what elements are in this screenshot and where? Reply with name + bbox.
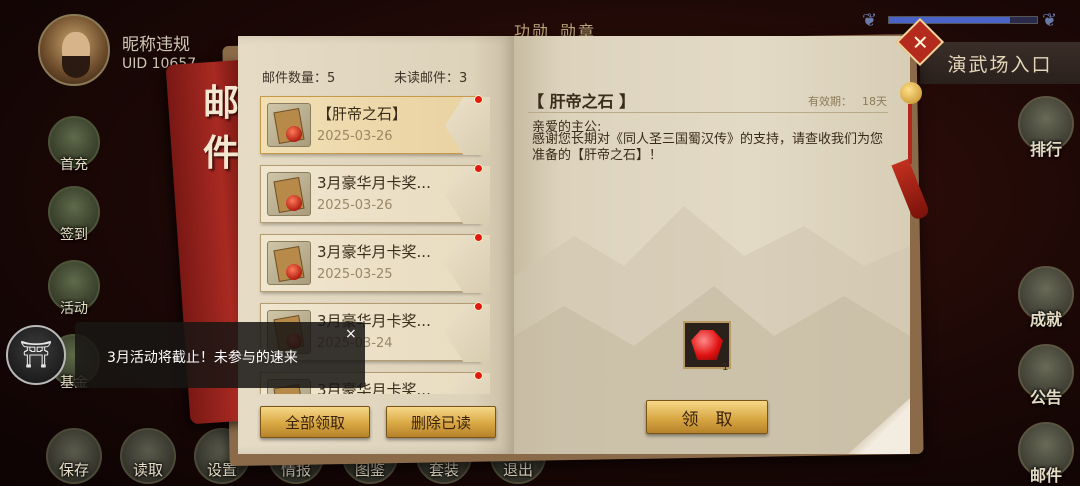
mail-item-title: 【肝帝之石】	[317, 105, 408, 123]
mail-item-date: 2025-03-25	[317, 267, 393, 282]
toast-text: 3月活动将截止！未参与的速来	[107, 350, 298, 366]
envelope-flap	[445, 97, 490, 155]
tassel-knot-icon	[900, 82, 922, 104]
load-button[interactable]: 读取	[120, 428, 176, 484]
mail-list-item[interactable]: 3月豪华月卡奖... 2025-03-26	[260, 164, 490, 224]
first-recharge-button[interactable]: 首充	[48, 116, 100, 173]
mail-list-item[interactable]: 3月豪华月卡奖... 2025-03-25	[260, 233, 490, 293]
claim-all-button[interactable]: 全部领取	[260, 406, 370, 438]
claim-button[interactable]: 领 取	[646, 400, 768, 434]
mail-button[interactable]: 邮件	[1018, 422, 1074, 485]
event-icon[interactable]: ⛩	[6, 325, 66, 385]
tassel-cord	[908, 104, 912, 164]
achievement-label: 成就	[1029, 310, 1062, 329]
mail-gift-icon	[267, 241, 311, 285]
mail-gift-icon	[267, 172, 311, 216]
expiry-label: 有效期：	[808, 95, 852, 108]
envelope-flap	[445, 373, 490, 394]
divider	[528, 112, 888, 113]
activity-label: 活动	[60, 301, 88, 317]
player-avatar[interactable]	[38, 14, 110, 86]
activity-button[interactable]: 活动	[48, 260, 100, 317]
unread-dot	[474, 95, 483, 104]
red-orb-icon	[286, 126, 302, 142]
unread-dot	[474, 164, 483, 173]
mail-label: 邮件	[1029, 466, 1062, 485]
toast-close-icon[interactable]: ×	[345, 326, 357, 342]
mail-gift-icon	[267, 103, 311, 147]
rank-button[interactable]: 排行	[1018, 96, 1074, 159]
bird-icon: ❦	[862, 10, 878, 31]
red-gem-icon	[691, 330, 723, 360]
avatar-beard	[62, 56, 90, 78]
envelope-flap	[445, 304, 490, 362]
mail-item-date: 2025-03-26	[317, 198, 393, 213]
save-label: 保存	[58, 461, 89, 479]
mail-item-date: 2025-03-26	[317, 129, 393, 144]
arena-entrance-button[interactable]: 演武场入口	[920, 42, 1080, 84]
mail-detail-title: 【 肝帝之石 】	[528, 92, 636, 111]
envelope-flap	[445, 235, 490, 293]
signin-label: 签到	[60, 227, 88, 243]
reward-count: 1	[722, 362, 729, 373]
progress-fill	[889, 17, 1011, 23]
unread-dot	[474, 371, 483, 380]
delete-read-button[interactable]: 删除已读	[386, 406, 496, 438]
bird-icon: ❦	[1042, 10, 1058, 31]
save-button[interactable]: 保存	[46, 428, 102, 484]
signin-button[interactable]: 签到	[48, 186, 100, 243]
notice-button[interactable]: 公告	[1018, 344, 1074, 407]
achievement-button[interactable]: 成就	[1018, 266, 1074, 329]
red-orb-icon	[286, 264, 302, 280]
mail-list-item[interactable]: 【肝帝之石】 2025-03-26	[260, 95, 490, 155]
red-orb-icon	[286, 195, 302, 211]
close-icon: ✕	[911, 29, 929, 54]
unread-dot	[474, 302, 483, 311]
event-toast[interactable]: 3月活动将截止！未参与的速来 ×	[75, 322, 365, 388]
mail-item-title: 3月豪华月卡奖...	[317, 174, 431, 192]
exit-label: 退出	[502, 461, 533, 479]
load-label: 读取	[132, 461, 163, 479]
mail-body: 感谢您长期对《同人圣三国蜀汉传》的支持，请查收我们为您准备的【肝帝之石】！	[532, 132, 884, 163]
expiry-value: 18天	[862, 95, 887, 108]
progress-bar	[888, 16, 1038, 24]
notice-label: 公告	[1029, 388, 1062, 407]
mail-count: 邮件数量：5	[262, 71, 336, 86]
player-name: 昵称违规	[122, 35, 190, 55]
envelope-flap	[445, 166, 490, 224]
unread-dot	[474, 233, 483, 242]
mail-item-title: 3月豪华月卡奖...	[317, 243, 431, 261]
first-recharge-label: 首充	[60, 157, 88, 173]
rank-label: 排行	[1029, 140, 1062, 159]
unread-count: 未读邮件：3	[394, 71, 468, 86]
